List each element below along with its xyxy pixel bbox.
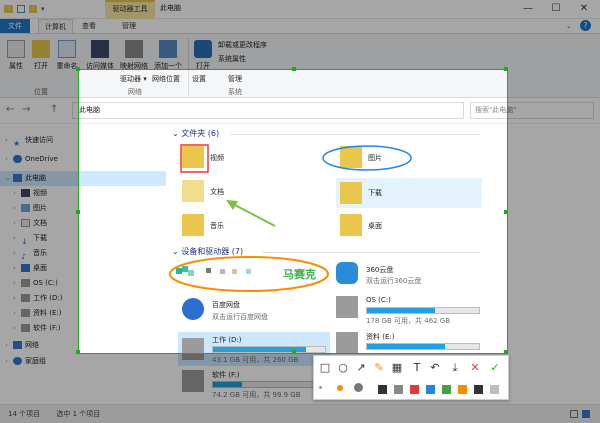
green-arrow-annotation xyxy=(232,203,276,227)
ellipse-tool-icon[interactable]: ○ xyxy=(336,361,350,375)
arrow-tool-icon[interactable]: ↗ xyxy=(354,361,368,375)
color-swatch[interactable] xyxy=(394,385,403,394)
blue-ellipse-annotation xyxy=(322,145,412,171)
color-swatch[interactable] xyxy=(410,385,419,394)
brush-size-large[interactable] xyxy=(354,383,363,392)
pen-tool-icon[interactable]: ✎ xyxy=(372,361,386,375)
text-tool-icon[interactable]: T xyxy=(410,361,424,375)
save-tool-icon[interactable]: ⤓ xyxy=(448,361,462,375)
color-swatch[interactable] xyxy=(426,385,435,394)
color-swatch[interactable] xyxy=(378,385,387,394)
screenshot-toolbar: □ ○ ↗ ✎ ▦ T ↶ ⤓ ✕ ✓ xyxy=(313,355,509,400)
color-swatch[interactable] xyxy=(458,385,467,394)
mosaic-tool-icon[interactable]: ▦ xyxy=(390,361,404,375)
rectangle-tool-icon[interactable]: □ xyxy=(318,361,332,375)
brush-size-small[interactable] xyxy=(319,386,322,389)
red-rectangle-annotation xyxy=(180,144,209,173)
color-swatch[interactable] xyxy=(490,385,499,394)
color-swatch[interactable] xyxy=(442,385,451,394)
brush-size-medium[interactable] xyxy=(337,385,343,391)
confirm-tool-icon[interactable]: ✓ xyxy=(488,361,502,375)
color-swatch[interactable] xyxy=(474,385,483,394)
undo-tool-icon[interactable]: ↶ xyxy=(428,361,442,375)
mosaic-text-annotation: 马赛克 xyxy=(283,268,316,281)
annotation-layer xyxy=(169,144,412,292)
cancel-tool-icon[interactable]: ✕ xyxy=(468,361,482,375)
